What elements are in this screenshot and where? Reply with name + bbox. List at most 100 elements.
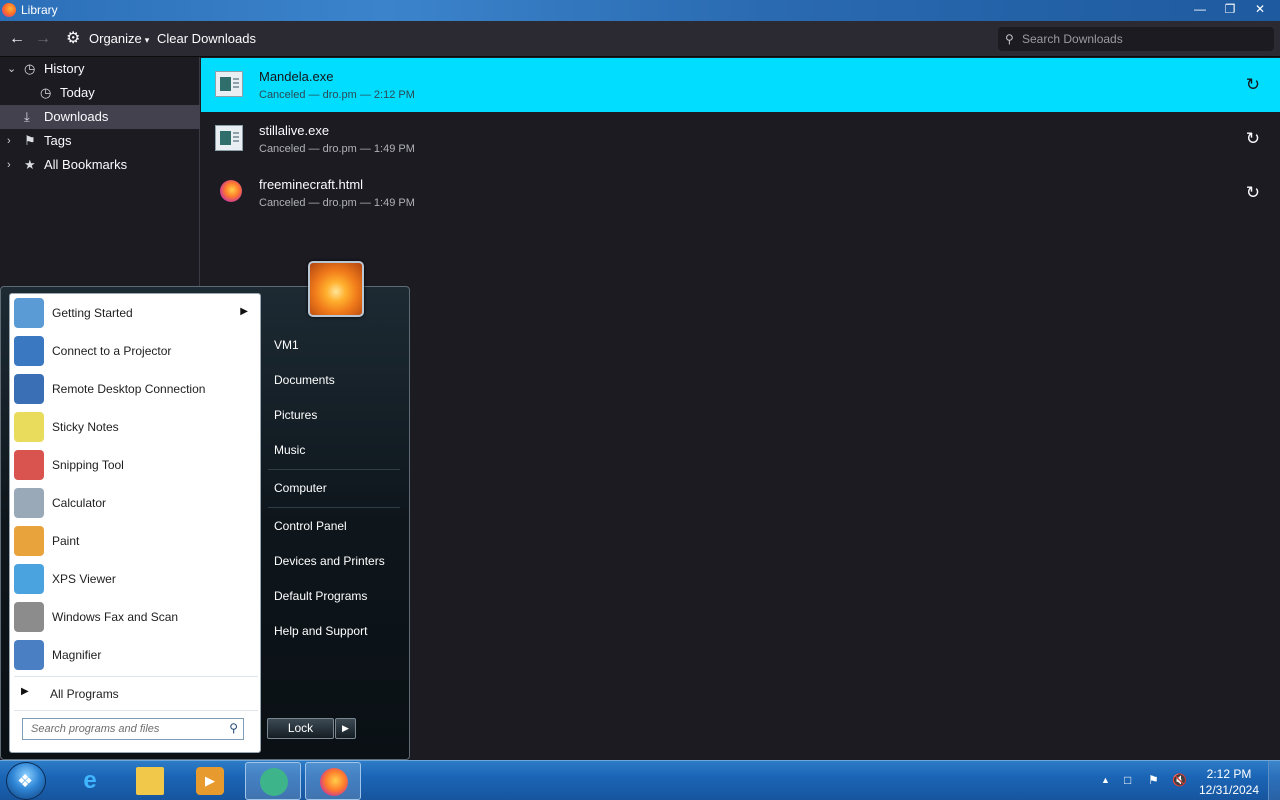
- program-label: Getting Started: [52, 306, 133, 320]
- start-link-music[interactable]: Music: [274, 443, 305, 457]
- sidebar-item-label: History: [44, 61, 85, 76]
- close-button[interactable]: ✕: [1246, 0, 1274, 18]
- program-sticky-notes[interactable]: Sticky Notes: [10, 408, 260, 446]
- start-link-computer[interactable]: Computer: [274, 481, 327, 495]
- taskbar-media-player[interactable]: ▶: [182, 762, 238, 800]
- volume-muted-icon[interactable]: 🔇: [1172, 773, 1187, 787]
- start-link-help-support[interactable]: Help and Support: [274, 624, 367, 638]
- network-icon[interactable]: □: [1124, 773, 1131, 787]
- system-clock[interactable]: 2:12 PM 12/31/2024: [1194, 766, 1264, 798]
- minimize-button[interactable]: —: [1186, 0, 1214, 18]
- program-label: Connect to a Projector: [52, 344, 172, 358]
- sidebar-item-history[interactable]: ⌄ ◷ History: [0, 57, 200, 81]
- show-hidden-icons-icon[interactable]: ▲: [1101, 775, 1110, 785]
- program-paint[interactable]: Paint: [10, 522, 260, 560]
- start-link-control-panel[interactable]: Control Panel: [274, 519, 347, 533]
- divider: [268, 507, 400, 508]
- fax-scanner-icon: [14, 602, 44, 632]
- program-snipping-tool[interactable]: Snipping Tool: [10, 446, 260, 484]
- taskbar-windows-explorer[interactable]: [122, 762, 178, 800]
- start-link-devices-printers[interactable]: Devices and Printers: [274, 554, 385, 568]
- clock-icon: ◷: [24, 61, 36, 76]
- program-label: Windows Fax and Scan: [52, 610, 179, 624]
- start-link-pictures[interactable]: Pictures: [274, 408, 317, 422]
- chevron-right-icon[interactable]: ›: [7, 129, 11, 153]
- download-item[interactable]: Mandela.exe Canceled — dro.pm — 2:12 PM …: [201, 58, 1280, 112]
- start-link-vm1[interactable]: VM1: [274, 338, 299, 352]
- program-calculator[interactable]: Calculator: [10, 484, 260, 522]
- executable-file-icon: [215, 125, 243, 151]
- program-magnifier[interactable]: Magnifier: [10, 636, 260, 674]
- program-xps-viewer[interactable]: XPS Viewer: [10, 560, 260, 598]
- start-button[interactable]: ❖: [6, 762, 46, 800]
- program-label: XPS Viewer: [52, 572, 116, 586]
- program-label: Calculator: [52, 496, 107, 510]
- tag-icon: ⚑: [24, 133, 36, 148]
- search-downloads-placeholder: Search Downloads: [1022, 32, 1123, 46]
- program-fax-and-scan[interactable]: Windows Fax and Scan: [10, 598, 260, 636]
- clear-downloads-button[interactable]: Clear Downloads: [157, 21, 256, 57]
- retry-icon[interactable]: ↻: [1246, 75, 1260, 95]
- divider: [14, 676, 258, 677]
- lock-button[interactable]: Lock: [267, 718, 334, 739]
- taskbar: ❖ e ▶ ▲ □ ⚑ 🔇 2:12 PM 12/31/2024: [0, 760, 1280, 800]
- user-account-picture[interactable]: [308, 261, 364, 317]
- sidebar-item-all-bookmarks[interactable]: › ★ All Bookmarks: [0, 153, 200, 177]
- sidebar-item-downloads[interactable]: ⤓ Downloads: [0, 105, 200, 129]
- action-center-flag-icon[interactable]: ⚑: [1148, 773, 1159, 787]
- all-programs-label: All Programs: [50, 687, 119, 701]
- search-icon: ⚲: [229, 721, 238, 735]
- sidebar-item-label: All Bookmarks: [44, 157, 128, 172]
- library-sidebar: ⌄ ◷ History ◷ Today ⤓ Downloads › ⚑ Tags…: [0, 57, 200, 287]
- taskbar-firefox[interactable]: [305, 762, 361, 800]
- submenu-arrow-icon[interactable]: ▶: [240, 306, 248, 317]
- sidebar-item-label: Downloads: [44, 109, 109, 124]
- sidebar-item-today[interactable]: ◷ Today: [0, 81, 200, 105]
- media-player-icon: ▶: [196, 767, 224, 795]
- shutdown-options-arrow-icon[interactable]: ▶: [335, 718, 356, 739]
- chevron-down-icon[interactable]: ⌄: [7, 57, 16, 81]
- firefox-icon: [320, 768, 348, 796]
- all-programs-button[interactable]: ▶ All Programs: [10, 680, 260, 708]
- library-toolbar: ← → ⚙ Organize ▾ Clear Downloads ⚲ Search…: [0, 21, 1280, 57]
- paint-palette-icon: [14, 526, 44, 556]
- projector-icon: [14, 336, 44, 366]
- program-connect-to-projector[interactable]: Connect to a Projector: [10, 332, 260, 370]
- start-link-documents[interactable]: Documents: [274, 373, 335, 387]
- sidebar-item-label: Today: [60, 85, 95, 100]
- program-remote-desktop[interactable]: Remote Desktop Connection: [10, 370, 260, 408]
- download-status: Canceled — dro.pm — 1:49 PM: [259, 197, 415, 209]
- start-menu-programs-pane: Getting Started ▶ Connect to a Projector…: [9, 293, 261, 753]
- sidebar-item-tags[interactable]: › ⚑ Tags: [0, 129, 200, 153]
- taskbar-internet-explorer[interactable]: e: [62, 762, 118, 800]
- program-label: Snipping Tool: [52, 458, 124, 472]
- search-downloads-input[interactable]: ⚲ Search Downloads: [998, 27, 1274, 51]
- sticky-notes-icon: [14, 412, 44, 442]
- forward-arrow-icon[interactable]: →: [35, 21, 51, 57]
- remote-desktop-icon: [14, 374, 44, 404]
- chevron-right-icon[interactable]: ›: [7, 153, 11, 177]
- gear-icon: ⚙: [66, 30, 81, 47]
- download-filename: stillalive.exe: [259, 123, 330, 138]
- restore-button[interactable]: ❐: [1216, 0, 1244, 18]
- download-filename: freeminecraft.html: [259, 177, 364, 192]
- start-link-default-programs[interactable]: Default Programs: [274, 589, 367, 603]
- download-item[interactable]: stillalive.exe Canceled — dro.pm — 1:49 …: [201, 112, 1280, 166]
- back-arrow-icon[interactable]: ←: [9, 21, 25, 57]
- download-item[interactable]: freeminecraft.html Canceled — dro.pm — 1…: [201, 166, 1280, 220]
- window-title-bar[interactable]: Library — ❐ ✕: [0, 0, 1280, 21]
- search-icon: ⚲: [1005, 32, 1014, 46]
- firefox-html-file-icon: [220, 180, 242, 202]
- download-status: Canceled — dro.pm — 2:12 PM: [259, 89, 415, 101]
- executable-file-icon: [215, 71, 243, 97]
- organize-button[interactable]: Organize ▾: [89, 21, 149, 57]
- scissors-icon: [14, 450, 44, 480]
- program-label: Sticky Notes: [52, 420, 119, 434]
- retry-icon[interactable]: ↻: [1246, 183, 1260, 203]
- taskbar-remote-app[interactable]: [245, 762, 301, 800]
- program-getting-started[interactable]: Getting Started ▶: [10, 294, 260, 332]
- chevron-down-icon: ▾: [144, 35, 150, 45]
- search-programs-input[interactable]: Search programs and files ⚲: [22, 718, 244, 740]
- retry-icon[interactable]: ↻: [1246, 129, 1260, 149]
- show-desktop-button[interactable]: [1268, 761, 1280, 800]
